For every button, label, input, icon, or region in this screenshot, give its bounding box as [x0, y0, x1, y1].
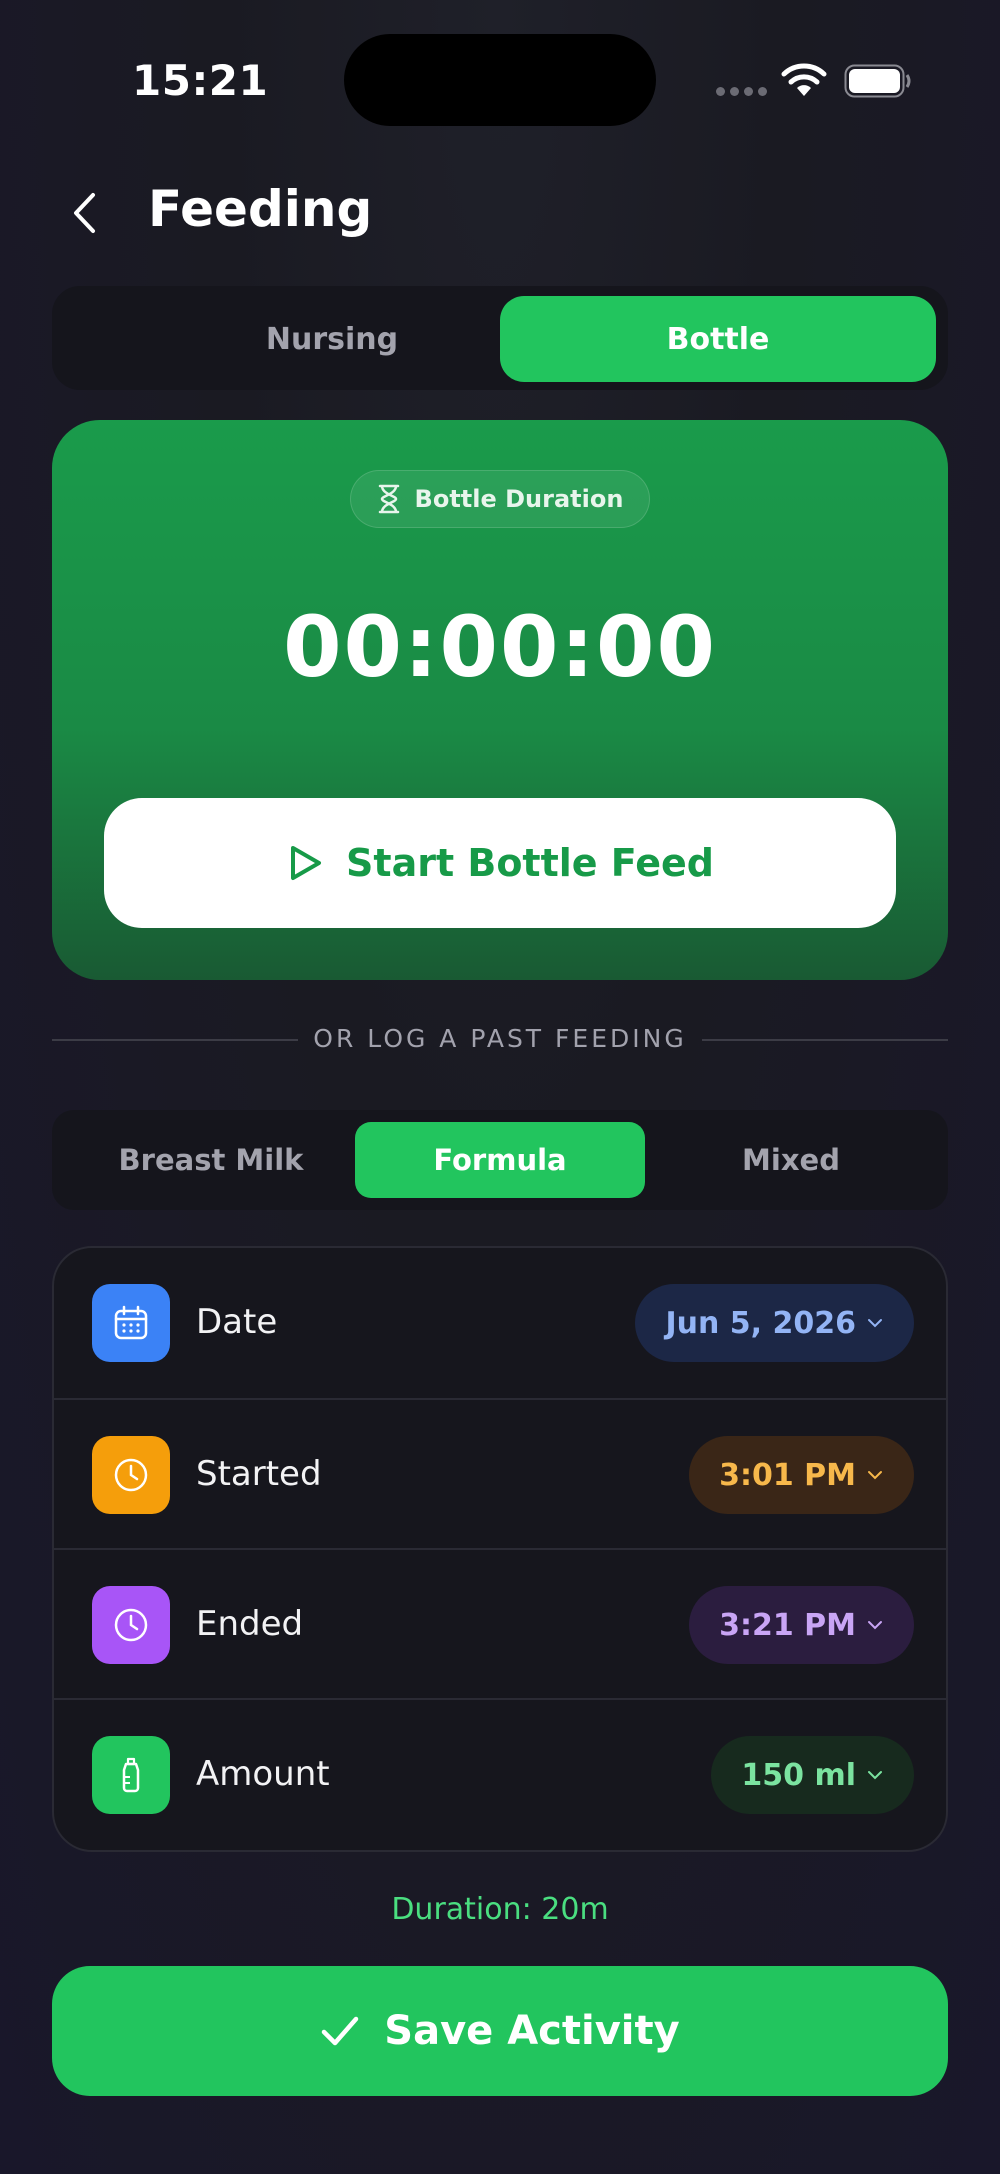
tab-bottle[interactable]: Bottle [500, 296, 936, 382]
date-picker[interactable]: Jun 5, 2026 [635, 1284, 914, 1362]
chevron-down-icon [868, 1621, 882, 1630]
page-title: Feeding [148, 180, 373, 238]
ended-label: Ended [196, 1604, 304, 1644]
amount-row[interactable]: Amount 150 ml [54, 1698, 946, 1848]
start-time-value: 3:01 PM [719, 1457, 856, 1493]
end-time-value: 3:21 PM [719, 1607, 856, 1643]
ended-row[interactable]: Ended 3:21 PM [54, 1548, 946, 1698]
duration-badge: Bottle Duration [350, 470, 650, 528]
date-row[interactable]: Date Jun 5, 2026 [54, 1248, 946, 1398]
feeding-details-list: Date Jun 5, 2026 Started 3:01 PM Ended 3… [52, 1246, 948, 1852]
duration-badge-label: Bottle Duration [414, 485, 624, 513]
save-button-label: Save Activity [384, 2008, 680, 2054]
chevron-down-icon [868, 1771, 882, 1780]
status-bar: 15:21 [0, 0, 1000, 170]
timer-value: 00:00:00 [283, 598, 717, 696]
play-icon [291, 846, 322, 880]
back-button[interactable] [62, 188, 106, 238]
clock-icon [92, 1586, 170, 1664]
battery-icon [844, 64, 911, 98]
timer-card: Bottle Duration 00:00:00 Start Bottle Fe… [52, 420, 948, 980]
chevron-down-icon [868, 1319, 882, 1328]
start-button-label: Start Bottle Feed [346, 841, 714, 885]
tab-breast-milk[interactable]: Breast Milk [66, 1122, 356, 1198]
start-bottle-feed-button[interactable]: Start Bottle Feed [104, 798, 896, 928]
amount-picker[interactable]: 150 ml [711, 1736, 914, 1814]
amount-value: 150 ml [741, 1757, 856, 1793]
checkmark-icon [322, 2016, 359, 2046]
tab-formula[interactable]: Formula [355, 1122, 645, 1198]
feed-type-segmented-control: Nursing Bottle [52, 286, 948, 390]
wifi-icon [781, 63, 827, 96]
amount-label: Amount [196, 1754, 330, 1794]
calendar-icon [92, 1284, 170, 1362]
tab-nursing[interactable]: Nursing [114, 296, 550, 382]
tab-mixed[interactable]: Mixed [646, 1122, 936, 1198]
bottle-icon [92, 1736, 170, 1814]
chevron-left-icon [74, 193, 95, 233]
chevron-down-icon [868, 1471, 882, 1480]
started-row[interactable]: Started 3:01 PM [54, 1398, 946, 1548]
milk-type-segmented-control: Breast Milk Formula Mixed [52, 1110, 948, 1210]
dynamic-island [344, 34, 656, 126]
end-time-picker[interactable]: 3:21 PM [689, 1586, 914, 1664]
hourglass-icon [378, 484, 399, 514]
duration-summary: Duration: 20m [391, 1892, 609, 1927]
clock-icon [92, 1436, 170, 1514]
date-value: Jun 5, 2026 [665, 1305, 856, 1341]
divider-line-right [702, 1039, 948, 1041]
section-divider: OR LOG A PAST FEEDING [52, 1018, 948, 1062]
started-label: Started [196, 1454, 322, 1494]
save-activity-button[interactable]: Save Activity [52, 1966, 948, 2096]
start-time-picker[interactable]: 3:01 PM [689, 1436, 914, 1514]
status-time: 15:21 [132, 56, 269, 105]
date-label: Date [196, 1302, 278, 1342]
cellular-signal-icon [716, 87, 767, 96]
